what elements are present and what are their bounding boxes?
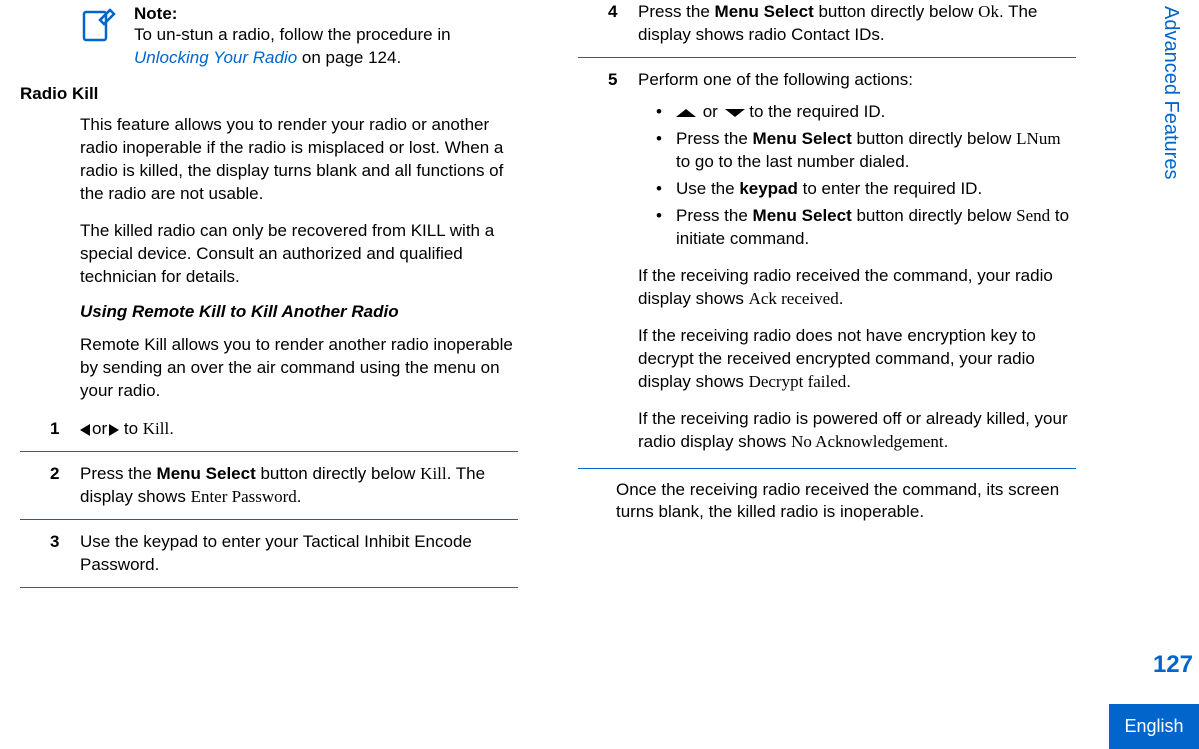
r2c: .: [846, 372, 851, 391]
step-1: 1 or to Kill.: [20, 417, 518, 451]
s4b: Menu Select: [715, 2, 814, 21]
b4b: Menu Select: [753, 206, 852, 225]
closing-para: Once the receiving radio received the co…: [578, 479, 1076, 525]
note-body: To un-stun a radio, follow the procedure…: [134, 24, 518, 70]
b1a: or: [698, 102, 723, 121]
r2b: Decrypt failed: [749, 372, 847, 391]
result-3: If the receiving radio is powered off or…: [638, 408, 1076, 454]
note-icon: [80, 4, 120, 44]
remote-kill-heading: Using Remote Kill to Kill Another Radio: [80, 302, 518, 322]
s2c: button directly below: [256, 464, 420, 483]
step-2: 2 Press the Menu Select button directly …: [20, 462, 518, 520]
step-5-num: 5: [608, 68, 617, 91]
step-3: 3 Use the keypad to enter your Tactical …: [20, 530, 518, 588]
s2d: Kill: [420, 464, 446, 483]
step-4-num: 4: [608, 0, 617, 23]
arrow-right-icon: [109, 424, 119, 436]
s4c: button directly below: [814, 2, 978, 21]
step-3-num: 3: [50, 530, 59, 553]
s1-or: or: [92, 419, 107, 438]
s5-intro: Perform one of the following actions:: [638, 70, 913, 89]
r1c: .: [839, 289, 844, 308]
r3c: .: [944, 432, 949, 451]
step-2-num: 2: [50, 462, 59, 485]
step-4: 4 Press the Menu Select button directly …: [578, 0, 1076, 58]
bullet-1: or to the required ID.: [656, 101, 1076, 124]
b4d: Send: [1016, 206, 1050, 225]
bullet-3: Use the keypad to enter the required ID.: [656, 178, 1076, 201]
tab-text: Advanced Features: [1159, 0, 1192, 179]
bullet-2: Press the Menu Select button directly be…: [656, 128, 1076, 174]
b2b: Menu Select: [753, 129, 852, 148]
s3-text: Use the keypad to enter your Tactical In…: [80, 532, 472, 574]
b2c: button directly below: [852, 129, 1016, 148]
arrow-left-icon: [80, 424, 90, 436]
s2f: Enter Password: [191, 487, 297, 506]
radio-kill-p1: This feature allows you to render your r…: [20, 114, 518, 206]
note-title: Note:: [134, 4, 518, 24]
step-1-num: 1: [50, 417, 59, 440]
note-line2: on page 124.: [297, 48, 401, 67]
step-5-bullets: or to the required ID. Press the Menu Se…: [638, 101, 1076, 251]
arrow-down-icon: [725, 109, 745, 117]
remote-kill-intro: Remote Kill allows you to render another…: [20, 334, 518, 403]
s2g: .: [297, 487, 302, 506]
note-block: Note: To un-stun a radio, follow the pro…: [20, 4, 518, 70]
b2d: LNum: [1016, 129, 1060, 148]
s1-to: to: [124, 419, 143, 438]
r1a: If the receiving radio received the comm…: [638, 266, 1053, 308]
page-number: 127: [1153, 651, 1193, 679]
s1-kill: Kill: [143, 419, 169, 438]
s4a: Press the: [638, 2, 715, 21]
b3a: Use the: [676, 179, 739, 198]
s2b: Menu Select: [157, 464, 256, 483]
step-5: 5 Perform one of the following actions: …: [578, 68, 1076, 469]
side-tab: Advanced Features 127 English: [1159, 0, 1199, 749]
b1b: to the required ID.: [745, 102, 886, 121]
bullet-4: Press the Menu Select button directly be…: [656, 205, 1076, 251]
r3b: No Acknowledgement: [791, 432, 944, 451]
radio-kill-heading: Radio Kill: [20, 84, 518, 104]
b3b: keypad: [739, 179, 798, 198]
b4c: button directly below: [852, 206, 1016, 225]
b3c: to enter the required ID.: [798, 179, 982, 198]
note-link[interactable]: Unlocking Your Radio: [134, 48, 297, 67]
b2e: to go to the last number dialed.: [676, 152, 909, 171]
b2a: Press the: [676, 129, 753, 148]
b4a: Press the: [676, 206, 753, 225]
s2a: Press the: [80, 464, 157, 483]
s4d: Ok: [978, 2, 999, 21]
language-box: English: [1109, 704, 1199, 749]
r1b: Ack received: [749, 289, 839, 308]
arrow-up-icon: [676, 109, 696, 117]
note-line1: To un-stun a radio, follow the procedure…: [134, 25, 451, 44]
result-2: If the receiving radio does not have enc…: [638, 325, 1076, 394]
result-1: If the receiving radio received the comm…: [638, 265, 1076, 311]
radio-kill-p2: The killed radio can only be recovered f…: [20, 220, 518, 289]
s1-end: .: [169, 419, 174, 438]
